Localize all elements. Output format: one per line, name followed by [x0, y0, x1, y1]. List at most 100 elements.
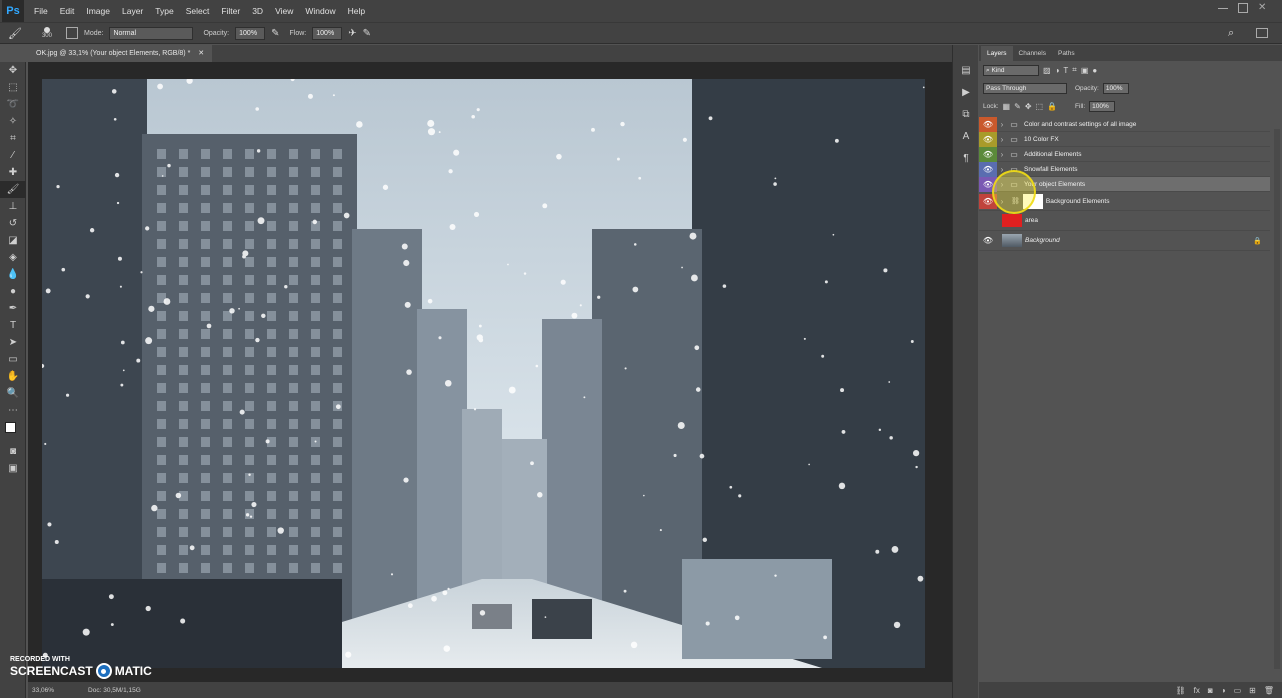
layer-name[interactable]: 10 Color FX [1024, 136, 1059, 143]
lock-artboard-icon[interactable]: ⬚ [1036, 102, 1044, 111]
expand-chevron-icon[interactable]: › [997, 150, 1007, 159]
mode-select[interactable]: Normal [109, 26, 194, 40]
filter-type-icon[interactable]: T [1063, 66, 1068, 75]
zoom-tool-icon[interactable]: 🔍 [0, 385, 26, 402]
close-tab-icon[interactable]: ✕ [198, 50, 204, 57]
blend-mode-select[interactable]: Pass Through [983, 82, 1067, 94]
pressure-opacity-icon[interactable]: ✎ [271, 28, 279, 39]
rectangle-tool-icon[interactable]: ▭ [0, 351, 26, 368]
close-icon[interactable]: ✕ [1258, 2, 1266, 13]
quick-select-tool-icon[interactable]: ✧ [0, 113, 26, 130]
lock-all-icon[interactable]: 🔒 [1047, 102, 1057, 111]
menu-file[interactable]: File [28, 0, 54, 22]
fill-field[interactable]: 100% [1089, 100, 1116, 112]
tab-paths[interactable]: Paths [1052, 46, 1081, 61]
menu-type[interactable]: Type [149, 0, 179, 22]
tab-channels[interactable]: Channels [1013, 46, 1052, 61]
dodge-tool-icon[interactable]: ● [0, 283, 26, 300]
hand-tool-icon[interactable]: ✋ [0, 368, 26, 385]
pen-tool-icon[interactable]: ✒ [0, 300, 26, 317]
layer-name[interactable]: Color and contrast settings of all image [1024, 121, 1136, 128]
opacity-field[interactable]: 100% [235, 26, 266, 40]
layer-row[interactable]: 👁 › ▭ Color and contrast settings of all im… [979, 116, 1270, 132]
brush-tool-icon[interactable]: 🖌 [8, 27, 22, 40]
marquee-tool-icon[interactable]: ⬚ [0, 79, 26, 96]
lock-pixels-icon[interactable]: ✎ [1014, 102, 1021, 111]
quick-mask-icon[interactable]: ◙ [0, 443, 26, 460]
type-tool-icon[interactable]: T [0, 317, 26, 334]
canvas-area[interactable] [28, 62, 974, 682]
visibility-eye-icon[interactable] [979, 213, 997, 228]
tab-layers[interactable]: Layers [981, 46, 1013, 61]
blur-tool-icon[interactable]: 💧 [0, 266, 26, 283]
brush-panel-icon[interactable] [65, 27, 78, 39]
flow-field[interactable]: 100% [312, 26, 343, 40]
more-tools-icon[interactable]: ⋯ [0, 402, 26, 419]
visibility-eye-icon[interactable]: 👁 [979, 131, 997, 147]
layer-name[interactable]: Additional Elements [1024, 151, 1081, 158]
menu-image[interactable]: Image [80, 0, 116, 22]
character-panel-icon[interactable]: A [953, 125, 979, 147]
actions-play-icon[interactable]: ▶ [953, 81, 979, 103]
layer-row[interactable]: area [979, 211, 1270, 231]
layer-name[interactable]: Snowfall Elements [1024, 166, 1077, 173]
layer-name[interactable]: area [1025, 217, 1038, 224]
history-brush-tool-icon[interactable]: ↺ [0, 215, 26, 232]
visibility-eye-icon[interactable]: 👁 [979, 146, 997, 162]
menu-edit[interactable]: Edit [54, 0, 81, 22]
layer-name[interactable]: Background [1025, 237, 1060, 244]
new-group-icon[interactable]: ▭ [1234, 686, 1242, 695]
layer-style-icon[interactable]: fx [1194, 686, 1200, 695]
layer-name[interactable]: Background Elements [1046, 198, 1110, 205]
search-icon[interactable]: ⌕ [1228, 27, 1234, 40]
menu-help[interactable]: Help [342, 0, 371, 22]
layer-row[interactable]: 👁 › ▭ 10 Color FX [979, 131, 1270, 147]
brush-tool-icon[interactable]: 🖌 [0, 181, 26, 198]
brush-preset-picker[interactable]: 300 [42, 27, 52, 39]
layer-opacity-field[interactable]: 100% [1102, 82, 1129, 94]
pressure-size-icon[interactable]: ✎ [363, 28, 371, 39]
visibility-eye-icon[interactable]: 👁 [979, 233, 997, 248]
document-image[interactable] [42, 79, 925, 668]
expand-chevron-icon[interactable]: › [997, 135, 1007, 144]
clone-stamp-tool-icon[interactable]: ⊥ [0, 198, 26, 215]
lock-transparent-icon[interactable]: ▦ [1003, 102, 1011, 111]
crop-tool-icon[interactable]: ⌗ [0, 130, 26, 147]
layer-row[interactable]: 👁 › ▭ Additional Elements [979, 146, 1270, 162]
minimize-icon[interactable] [1218, 3, 1228, 9]
filter-smart-object-icon[interactable]: ▣ [1081, 66, 1089, 75]
color-swatches[interactable] [0, 419, 26, 443]
paint-bucket-tool-icon[interactable]: ◈ [0, 249, 26, 266]
workspace-icon[interactable] [1256, 28, 1268, 38]
adjustment-layer-icon[interactable]: ◑ [1221, 686, 1226, 695]
filter-toggle-icon[interactable]: ● [1092, 66, 1097, 75]
airbrush-icon[interactable]: ✈ [348, 28, 356, 39]
menu-view[interactable]: View [269, 0, 299, 22]
filter-adjustment-icon[interactable]: ◑ [1055, 66, 1060, 75]
healing-brush-tool-icon[interactable]: ✚ [0, 164, 26, 181]
foreground-color-swatch[interactable] [5, 422, 16, 433]
filter-shape-icon[interactable]: ⌗ [1072, 65, 1077, 75]
history-panel-icon[interactable]: ▤ [953, 59, 979, 81]
new-layer-icon[interactable]: ⊞ [1249, 686, 1256, 695]
menu-filter[interactable]: Filter [215, 0, 246, 22]
move-tool-icon[interactable]: ✥ [0, 62, 26, 79]
filter-pixel-icon[interactable]: ▨ [1043, 66, 1051, 75]
visibility-eye-icon[interactable]: 👁 [979, 116, 997, 132]
menu-select[interactable]: Select [180, 0, 216, 22]
zoom-level[interactable]: 33,06% [32, 687, 54, 694]
panel-scrollbar[interactable] [1274, 129, 1280, 669]
document-tab[interactable]: OK.jpg @ 33,1% (Your object Elements, RG… [28, 45, 213, 62]
menu-window[interactable]: Window [299, 0, 341, 22]
eyedropper-tool-icon[interactable]: ⁄ [0, 147, 26, 164]
lock-position-icon[interactable]: ✥ [1025, 102, 1032, 111]
path-select-tool-icon[interactable]: ➤ [0, 334, 26, 351]
filter-kind-select[interactable]: ⌕ Kind [983, 64, 1039, 76]
delete-layer-icon[interactable]: 🗑 [1264, 686, 1274, 695]
layer-row[interactable]: 👁 Background 🔒 [979, 231, 1270, 251]
menu-3d[interactable]: 3D [246, 0, 269, 22]
menu-layer[interactable]: Layer [116, 0, 149, 22]
lasso-tool-icon[interactable]: ➰ [0, 96, 26, 113]
properties-panel-icon[interactable]: ⧉ [953, 103, 979, 125]
link-layers-icon[interactable]: ⛓ [1176, 686, 1186, 695]
